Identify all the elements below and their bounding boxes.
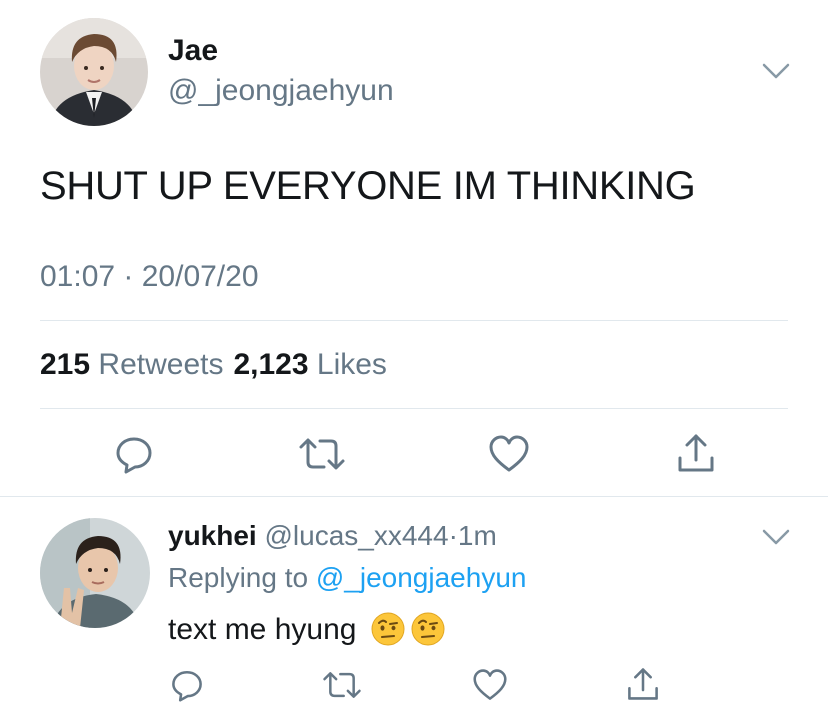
reply-author-name[interactable]: yukhei (168, 520, 257, 551)
like-stat[interactable]: 2,123 Likes (233, 348, 386, 381)
raised-eyebrow-emoji-icon (371, 612, 405, 646)
reply-author-avatar[interactable] (40, 518, 150, 628)
raised-eyebrow-emoji-icon (411, 612, 445, 646)
reply-text: text me hyung (168, 612, 445, 647)
like-count: 2,123 (233, 348, 309, 381)
author-name[interactable]: Jae (168, 34, 218, 68)
reply-time: 1m (457, 520, 497, 551)
tweet-detail-page: Jae @_jeongjaehyun SHUT UP EVERYONE IM T… (0, 0, 828, 715)
retweet-label: Retweets (98, 348, 224, 381)
chevron-down-icon[interactable] (762, 528, 790, 546)
retweet-icon[interactable] (298, 436, 346, 472)
tweet-stats: 215 Retweets 2,123 Likes (40, 348, 387, 382)
replying-prefix: Replying to (168, 562, 309, 593)
divider (40, 408, 788, 409)
author-handle[interactable]: @_jeongjaehyun (168, 74, 394, 108)
author-avatar[interactable] (40, 18, 148, 126)
reply-text-content: text me hyung (168, 613, 357, 646)
tweet-text: SHUT UP EVERYONE IM THINKING (40, 164, 696, 208)
retweet-stat[interactable]: 215 Retweets (40, 348, 223, 381)
tweet-timestamp: 01:07 · 20/07/20 (40, 260, 259, 293)
replying-to-link[interactable]: @_jeongjaehyun (316, 562, 527, 593)
divider (40, 320, 788, 321)
like-icon[interactable] (472, 668, 508, 702)
chevron-down-icon[interactable] (762, 62, 790, 80)
share-icon[interactable] (676, 432, 716, 474)
reply-separator: · (448, 520, 458, 551)
replying-to-line: Replying to @_jeongjaehyun (168, 562, 526, 594)
like-icon[interactable] (488, 434, 530, 474)
reply-header: yukhei @lucas_xx444·1m (168, 520, 497, 552)
retweet-icon[interactable] (322, 670, 362, 700)
like-label: Likes (316, 348, 387, 381)
reply-author-handle[interactable]: @lucas_xx444 (264, 520, 448, 551)
reply-icon[interactable] (170, 668, 204, 702)
divider (0, 496, 828, 497)
retweet-count: 215 (40, 348, 91, 381)
share-icon[interactable] (626, 666, 660, 702)
reply-icon[interactable] (114, 434, 154, 474)
